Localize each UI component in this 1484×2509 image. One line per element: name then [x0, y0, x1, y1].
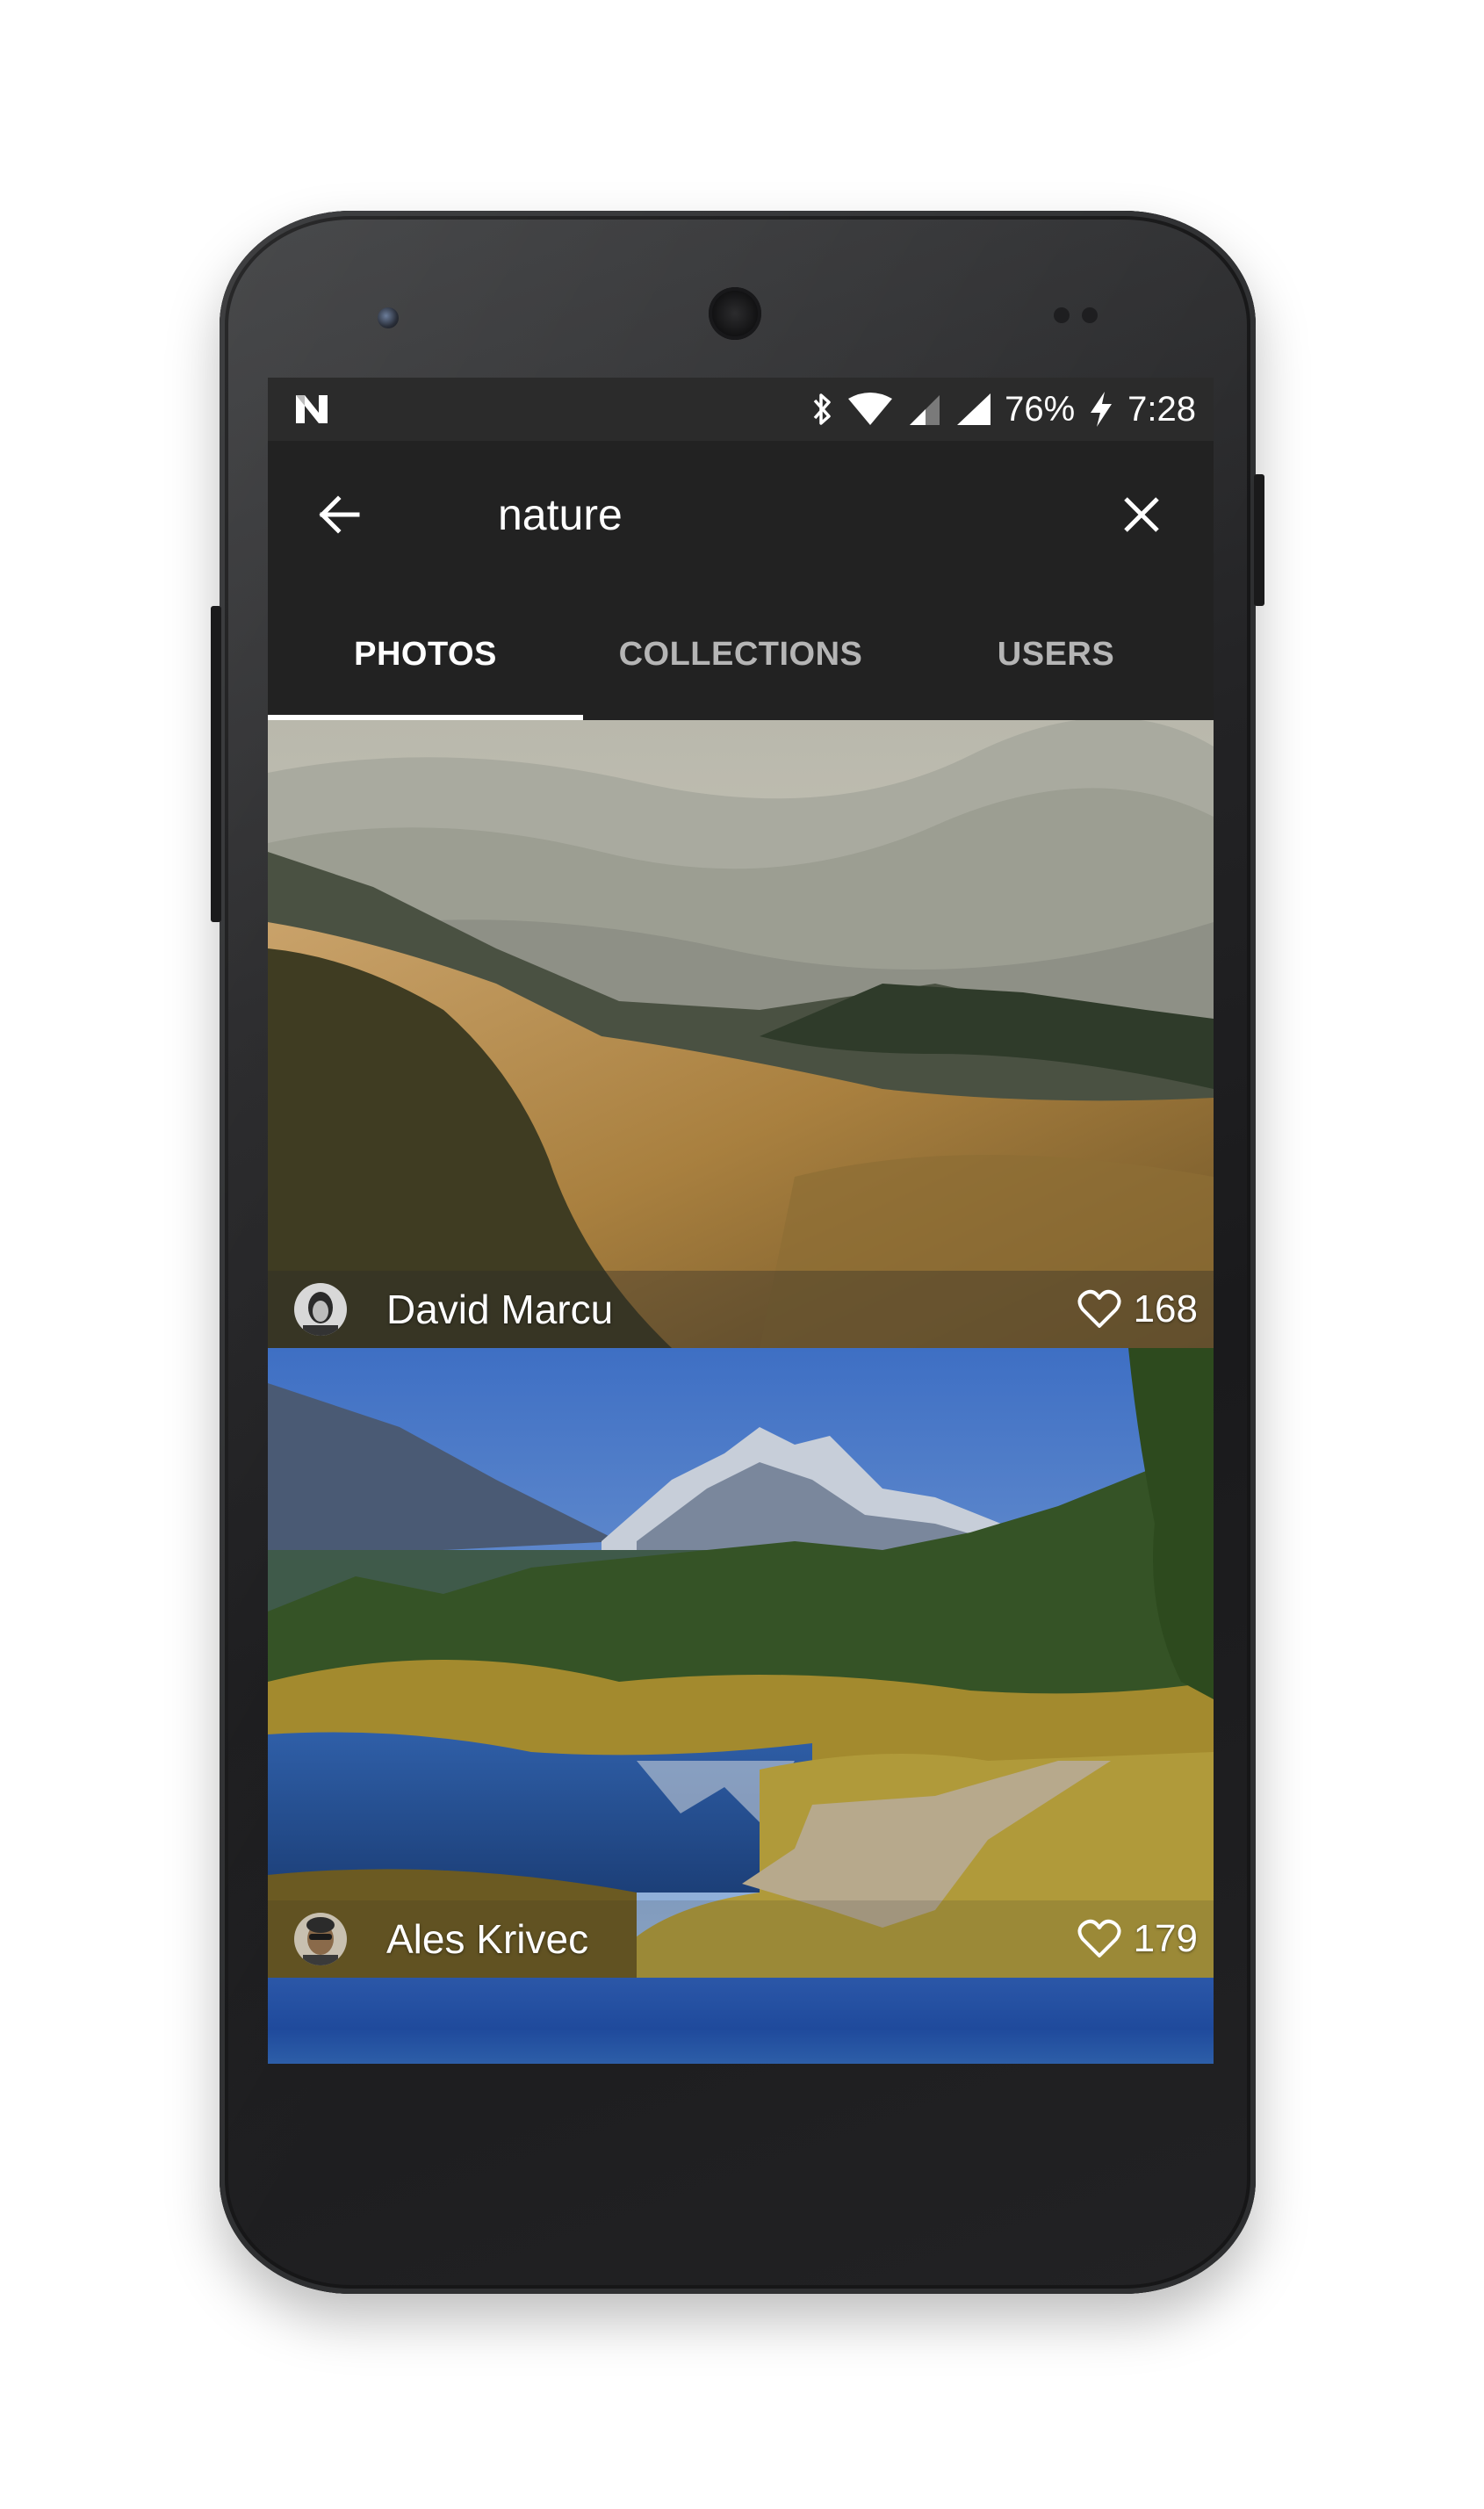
- author-name[interactable]: Ales Krivec: [386, 1911, 588, 1967]
- tab-photos[interactable]: PHOTOS: [268, 588, 583, 720]
- photo-card[interactable]: Ales Krivec 179: [268, 1348, 1214, 1978]
- sensor-icon: [1082, 307, 1098, 323]
- photo-image: [268, 720, 1214, 1348]
- close-icon[interactable]: [1115, 488, 1168, 541]
- search-toolbar: nature: [268, 441, 1214, 588]
- photo-card[interactable]: [268, 1978, 1214, 2064]
- heart-outline-icon: [1077, 1919, 1121, 1957]
- heart-outline-icon: [1077, 1289, 1121, 1328]
- notification-n-icon: [296, 395, 328, 423]
- avatar[interactable]: [294, 1283, 347, 1336]
- like-count: 179: [1133, 1917, 1198, 1960]
- author-name[interactable]: David Marcu: [386, 1281, 613, 1337]
- bottom-bezel: [268, 2064, 1214, 2204]
- sensor-icon: [1054, 307, 1070, 323]
- cell-signal-icon: [957, 393, 991, 425]
- screen: 76% 7:28 nature PHOTOS COLLECTIONS USERS: [268, 378, 1214, 2064]
- avatar[interactable]: [294, 1913, 347, 1965]
- photo-card[interactable]: David Marcu 168: [268, 720, 1214, 1348]
- like-count: 168: [1133, 1287, 1198, 1330]
- photo-image: [268, 1348, 1214, 1978]
- photo-footer: David Marcu 168: [268, 1271, 1214, 1348]
- tab-collections[interactable]: COLLECTIONS: [583, 588, 898, 720]
- like-button[interactable]: 179: [1077, 1911, 1198, 1967]
- stage: 76% 7:28 nature PHOTOS COLLECTIONS USERS: [0, 0, 1484, 2509]
- photo-footer: Ales Krivec 179: [268, 1900, 1214, 1978]
- battery-charging-icon: [1091, 392, 1113, 427]
- volume-button: [211, 606, 221, 922]
- like-button[interactable]: 168: [1077, 1281, 1198, 1337]
- wifi-icon: [848, 393, 893, 425]
- search-input[interactable]: nature: [498, 483, 623, 546]
- status-icons: 76% 7:28: [810, 378, 1196, 441]
- tab-users[interactable]: USERS: [898, 588, 1214, 720]
- tab-bar: PHOTOS COLLECTIONS USERS: [268, 588, 1214, 720]
- status-bar: 76% 7:28: [268, 378, 1214, 441]
- arrow-left-icon[interactable]: [313, 488, 366, 541]
- speaker-icon: [709, 287, 761, 340]
- front-camera-icon: [378, 307, 399, 328]
- bluetooth-icon: [813, 393, 831, 425]
- cell-signal-icon: [910, 395, 940, 425]
- battery-percent: 76%: [1005, 389, 1076, 429]
- power-button: [1254, 474, 1264, 606]
- clock: 7:28: [1127, 389, 1196, 429]
